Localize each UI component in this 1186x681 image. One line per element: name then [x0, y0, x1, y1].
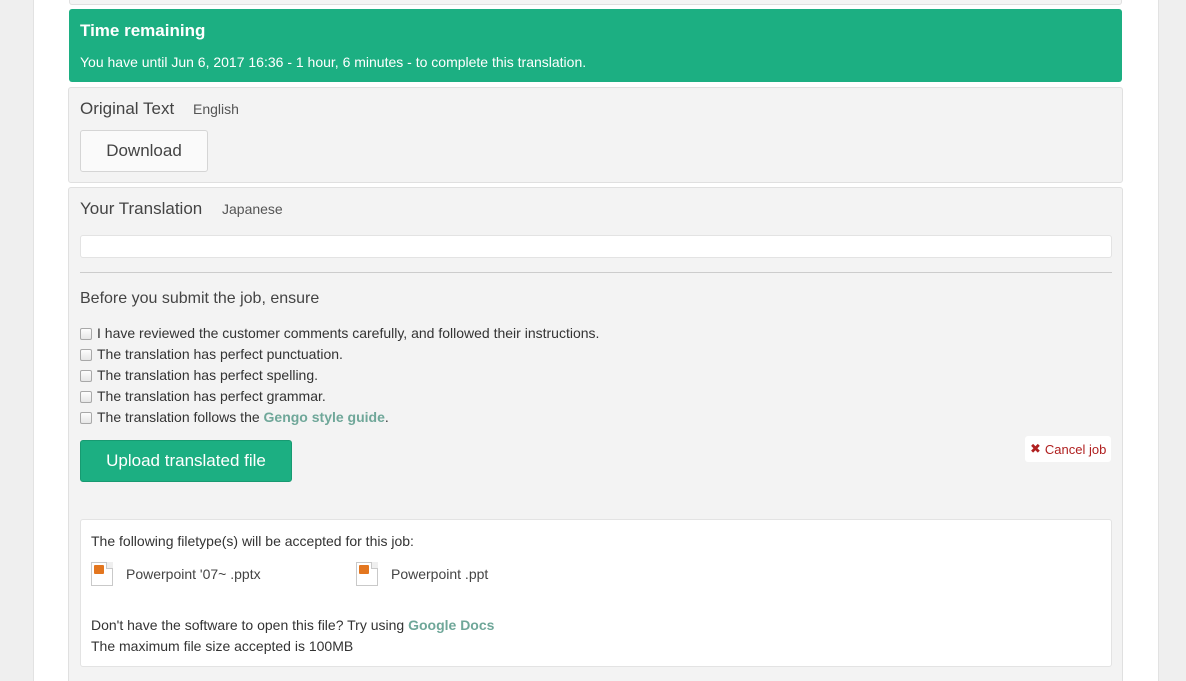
time-remaining-title: Time remaining	[80, 21, 206, 40]
checklist-item-label: The translation follows the Gengo style …	[97, 409, 389, 425]
your-translation-heading: Your Translation	[80, 199, 203, 218]
style-guide-suffix: .	[384, 408, 389, 425]
style-guide-prefix: The translation follows the	[97, 408, 264, 425]
previous-panel-edge	[69, 0, 1122, 5]
checklist-item-label: The translation has perfect grammar.	[97, 387, 326, 404]
checkbox[interactable]	[80, 328, 92, 340]
software-note: Don't have the software to open this fil…	[91, 617, 494, 633]
checklist-item-style-guide: The translation follows the Gengo style …	[80, 406, 599, 427]
checklist-item: The translation has perfect punctuation.	[80, 343, 599, 364]
translation-field[interactable]	[80, 235, 1112, 258]
checkbox[interactable]	[80, 391, 92, 403]
filetypes-title: The following filetype(s) will be accept…	[91, 533, 414, 549]
original-text-heading: Original Text	[80, 99, 175, 118]
checklist-item: The translation has perfect spelling.	[80, 364, 599, 385]
max-file-size-note: The maximum file size accepted is 100MB	[91, 638, 354, 654]
checklist-item: The translation has perfect grammar.	[80, 385, 599, 406]
translation-language: Japanese	[222, 201, 283, 217]
google-docs-link[interactable]: Google Docs	[408, 617, 494, 633]
original-language: English	[193, 101, 239, 117]
cancel-job-button[interactable]: ✖ Cancel job	[1025, 436, 1112, 462]
cancel-job-label: Cancel job	[1044, 441, 1107, 457]
original-text-panel: Original Text English Download	[68, 87, 1123, 183]
filetype-item: Powerpoint '07~ .pptx	[91, 562, 261, 586]
checklist-item: I have reviewed the customer comments ca…	[80, 322, 599, 343]
close-icon: ✖	[1030, 441, 1041, 456]
your-translation-panel: Your Translation Japanese Before you sub…	[68, 187, 1123, 681]
download-button[interactable]: Download	[80, 130, 208, 172]
gengo-style-guide-link[interactable]: Gengo style guide	[264, 409, 385, 425]
checkbox[interactable]	[80, 412, 92, 424]
time-remaining-banner: Time remaining You have until Jun 6, 201…	[69, 9, 1122, 82]
filetype-label: Powerpoint '07~ .pptx	[126, 566, 261, 582]
accepted-filetypes-box: The following filetype(s) will be accept…	[80, 519, 1112, 667]
checklist-title: Before you submit the job, ensure	[80, 290, 320, 307]
submit-checklist: I have reviewed the customer comments ca…	[80, 322, 599, 427]
checklist-item-label: The translation has perfect spelling.	[97, 366, 319, 383]
checkbox[interactable]	[80, 370, 92, 382]
time-remaining-message: You have until Jun 6, 2017 16:36 - 1 hou…	[80, 54, 587, 70]
software-note-text: Don't have the software to open this fil…	[91, 617, 409, 633]
divider	[80, 272, 1112, 273]
filetype-item: Powerpoint .ppt	[356, 562, 488, 586]
ppt-file-icon	[356, 562, 378, 586]
pptx-file-icon	[91, 562, 113, 586]
checklist-item-label: I have reviewed the customer comments ca…	[97, 324, 600, 341]
checklist-item-label: The translation has perfect punctuation.	[97, 345, 343, 362]
upload-translated-file-button[interactable]: Upload translated file	[80, 440, 292, 482]
filetype-label: Powerpoint .ppt	[391, 566, 489, 582]
checkbox[interactable]	[80, 349, 92, 361]
